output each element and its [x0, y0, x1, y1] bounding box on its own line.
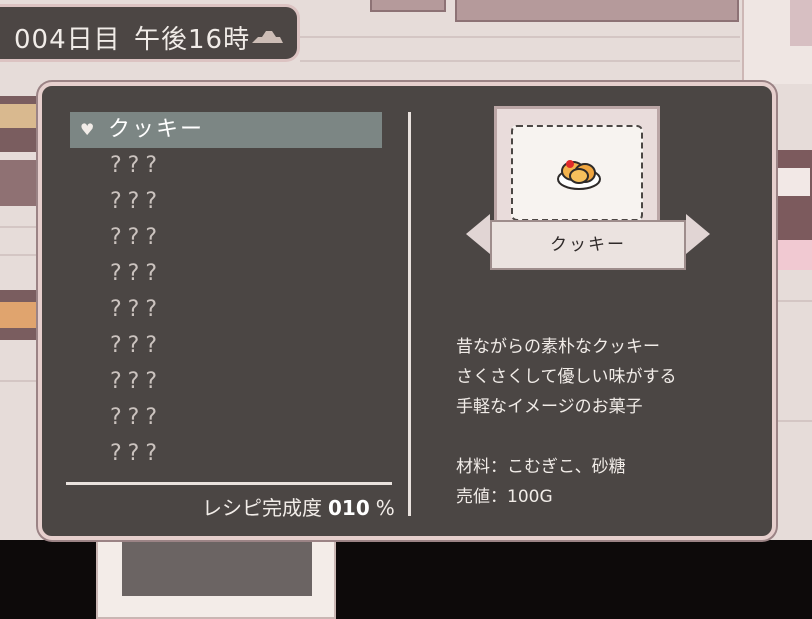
- recipe-name: クッキー: [108, 117, 205, 142]
- time-hud: 004日目 午後16時: [0, 4, 300, 62]
- recipe-item-locked[interactable]: ???: [70, 364, 382, 400]
- recipe-title-banner: クッキー: [490, 220, 686, 270]
- description-line: さくさくして優しい味がする: [456, 367, 677, 387]
- time-of-day: 午後16時: [134, 25, 251, 55]
- description-line: 手軽なイメージのお菓子: [456, 397, 643, 417]
- ribbon-tail-left: [466, 214, 490, 254]
- pastry-display: [0, 302, 36, 328]
- day-counter: 004日目: [14, 25, 121, 55]
- recipe-name: ???: [110, 189, 164, 214]
- wall-line: [0, 226, 40, 228]
- display-case-right: [776, 168, 810, 196]
- bread-display: [0, 104, 36, 128]
- wall-line: [300, 36, 740, 38]
- recipe-name: ???: [110, 153, 164, 178]
- heart-icon: ♥: [80, 120, 95, 139]
- recipe-item-locked[interactable]: ???: [70, 292, 382, 328]
- display-shelf-left-2: [0, 160, 40, 206]
- wall-decoration: [790, 0, 812, 46]
- recipe-name: ???: [110, 369, 164, 394]
- recipe-item-locked[interactable]: ???: [70, 400, 382, 436]
- recipe-item-cookie[interactable]: ♥ クッキー: [70, 112, 382, 148]
- panel-divider: [408, 112, 411, 516]
- recipe-description: 昔ながらの素朴なクッキー さくさくして優しい味がする 手軽なイメージのお菓子: [456, 332, 677, 422]
- shelf-top-small: [370, 0, 446, 12]
- recipe-item-locked[interactable]: ???: [70, 220, 382, 256]
- recipe-image-frame: [511, 125, 643, 221]
- completion-label: レシピ完成度: [202, 496, 322, 520]
- list-divider: [66, 482, 392, 485]
- recipe-name: ???: [110, 405, 164, 430]
- recipe-completion: レシピ完成度 010%: [202, 492, 395, 521]
- counter-top: [122, 538, 312, 596]
- completion-value: 010: [328, 496, 370, 520]
- recipe-item-locked[interactable]: ???: [70, 328, 382, 364]
- recipe-item-locked[interactable]: ???: [70, 436, 382, 472]
- cookie-icon: [557, 160, 601, 190]
- recipe-name: ???: [110, 333, 164, 358]
- recipe-info: 材料：こむぎこ、砂糖 売値：100G: [456, 452, 626, 512]
- description-line: 昔ながらの素朴なクッキー: [456, 337, 660, 357]
- recipe-name: ???: [110, 225, 164, 250]
- recipe-item-locked[interactable]: ???: [70, 148, 382, 184]
- cloudy-icon: [252, 31, 283, 43]
- wall-line: [770, 300, 812, 302]
- recipe-price: 売値：100G: [456, 487, 553, 507]
- recipe-name: ???: [110, 261, 164, 286]
- ribbon-tail-right: [686, 214, 710, 254]
- recipe-book-panel: ♥ クッキー ??? ??? ??? ??? ??? ??? ??? ??? ?…: [38, 82, 776, 540]
- wall-line: [0, 380, 40, 382]
- recipe-item-locked[interactable]: ???: [70, 184, 382, 220]
- wall-line: [770, 420, 812, 422]
- recipe-name: ???: [110, 441, 164, 466]
- wall-line: [300, 60, 740, 62]
- recipe-item-locked[interactable]: ???: [70, 256, 382, 292]
- completion-unit: %: [375, 496, 395, 520]
- recipe-list: ♥ クッキー ??? ??? ??? ??? ??? ??? ??? ??? ?…: [70, 112, 382, 472]
- wall-line: [0, 254, 40, 256]
- recipe-name: ???: [110, 297, 164, 322]
- shelf-top: [455, 0, 739, 22]
- recipe-materials: 材料：こむぎこ、砂糖: [456, 457, 626, 477]
